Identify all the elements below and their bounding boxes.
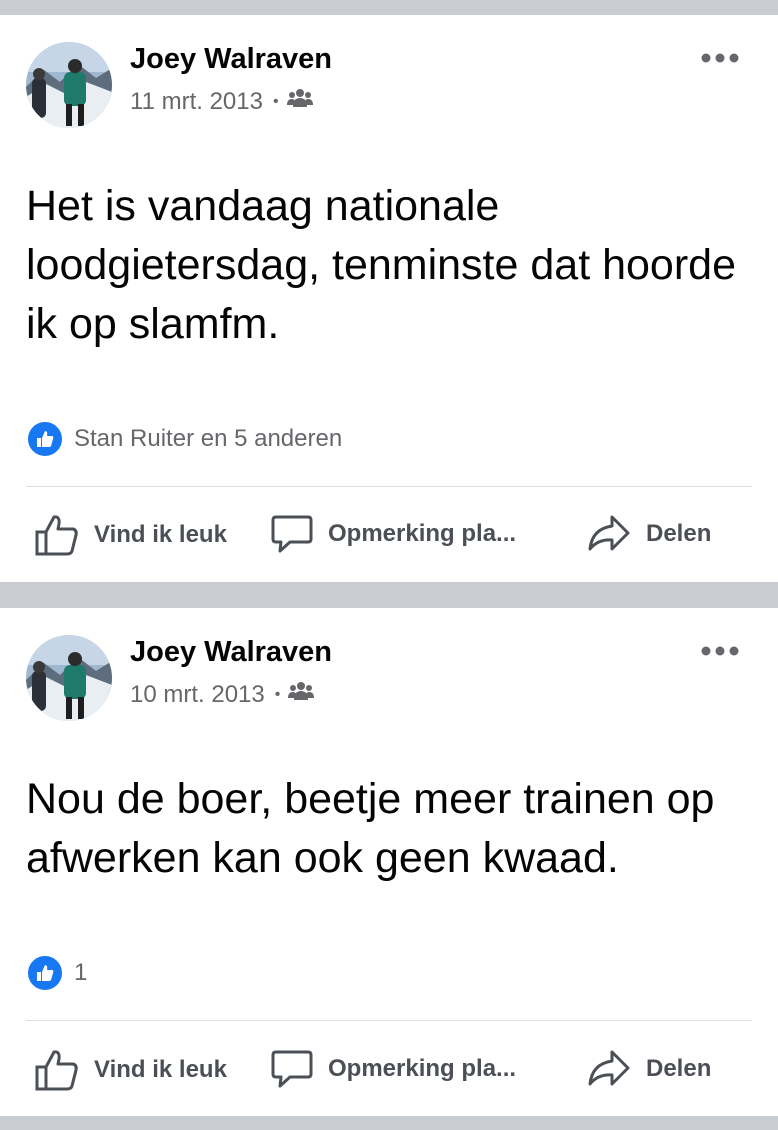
share-icon — [588, 515, 630, 551]
like-reaction-icon — [26, 954, 64, 992]
share-label: Delen — [646, 1055, 712, 1082]
reactions-text: Stan Ruiter en 5 anderen — [74, 425, 343, 452]
share-button[interactable]: Delen — [586, 513, 711, 555]
separator-dot: • — [272, 92, 279, 110]
action-bar: Vind ik leuk Opmerking pla... Delen — [0, 505, 778, 565]
like-reaction-icon — [26, 420, 64, 458]
separator-dot: • — [274, 685, 281, 703]
avatar[interactable] — [26, 42, 112, 128]
more-options-icon[interactable] — [700, 643, 740, 659]
avatar[interactable] — [26, 635, 112, 721]
share-label: Delen — [646, 520, 712, 547]
thumbs-up-icon — [35, 515, 78, 556]
divider — [26, 486, 752, 487]
reactions-summary[interactable]: 1 — [26, 954, 87, 992]
action-bar: Vind ik leuk Opmerking pla... Delen — [0, 1040, 778, 1100]
like-button[interactable]: Vind ik leuk — [34, 1048, 227, 1092]
comment-icon — [271, 515, 313, 553]
reactions-summary[interactable]: Stan Ruiter en 5 anderen — [26, 420, 342, 458]
post-date[interactable]: 11 mrt. 2013 — [130, 88, 263, 116]
thumbs-up-icon — [35, 1050, 78, 1091]
reactions-text: 1 — [74, 959, 88, 986]
more-options-icon[interactable] — [700, 50, 740, 66]
like-button[interactable]: Vind ik leuk — [34, 513, 227, 557]
post-card: Joey Walraven 10 mrt. 2013 • Nou de boer… — [0, 608, 778, 1116]
comment-button[interactable]: Opmerking pla... — [270, 513, 516, 555]
post-date[interactable]: 10 mrt. 2013 — [130, 681, 265, 709]
comment-label: Opmerking pla... — [328, 1055, 517, 1082]
share-button[interactable]: Delen — [586, 1048, 711, 1090]
comment-icon — [271, 1050, 313, 1088]
post-meta: 10 mrt. 2013 • — [130, 680, 315, 709]
share-icon — [588, 1050, 630, 1086]
post-text: Nou de boer, beetje meer trainen op afwe… — [26, 775, 715, 882]
post-meta: 11 mrt. 2013 • — [130, 87, 313, 116]
author-name[interactable]: Joey Walraven — [130, 636, 332, 669]
comment-label: Opmerking pla... — [328, 520, 517, 547]
like-label: Vind ik leuk — [94, 521, 227, 548]
post-card: Joey Walraven 11 mrt. 2013 • Het is vand… — [0, 15, 778, 582]
like-label: Vind ik leuk — [94, 1056, 227, 1083]
comment-button[interactable]: Opmerking pla... — [270, 1048, 516, 1090]
divider — [26, 1020, 752, 1021]
post-text: Het is vandaag nationale loodgietersdag,… — [26, 182, 736, 348]
friends-icon — [288, 680, 315, 709]
friends-icon — [286, 87, 313, 116]
author-name[interactable]: Joey Walraven — [130, 43, 332, 76]
